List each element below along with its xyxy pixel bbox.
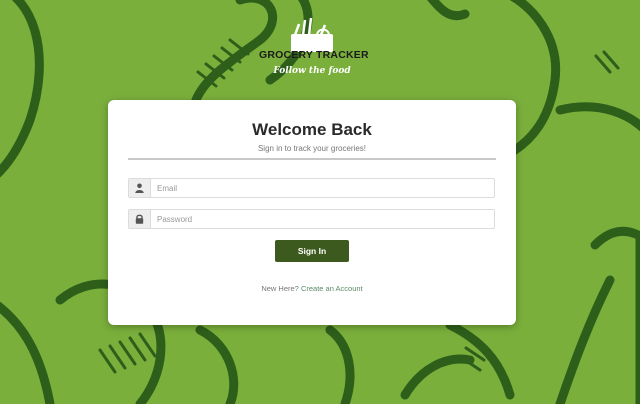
brand-tagline: Follow the food bbox=[273, 66, 351, 76]
password-field-group bbox=[128, 209, 495, 229]
brand-name: GROCERY TRACKER bbox=[259, 49, 369, 61]
sign-in-button[interactable]: Sign In bbox=[275, 240, 349, 262]
lock-icon bbox=[129, 210, 151, 228]
page-title: Welcome Back bbox=[252, 120, 372, 139]
user-icon bbox=[129, 179, 151, 197]
email-input[interactable] bbox=[151, 179, 491, 197]
login-card: Welcome Back Sign in to track your groce… bbox=[108, 100, 516, 325]
password-input[interactable] bbox=[151, 210, 491, 228]
create-account-link[interactable]: Create an Account bbox=[301, 284, 363, 293]
email-field-group bbox=[128, 178, 495, 198]
brand-logo: GROCERY TRACKER Follow the food bbox=[259, 18, 369, 82]
page-subtitle: Sign in to track your groceries! bbox=[257, 144, 367, 153]
title-divider bbox=[128, 158, 496, 160]
signup-prompt: New Here? bbox=[261, 284, 299, 293]
signup-prompt-line: New Here? Create an Account bbox=[108, 284, 516, 293]
